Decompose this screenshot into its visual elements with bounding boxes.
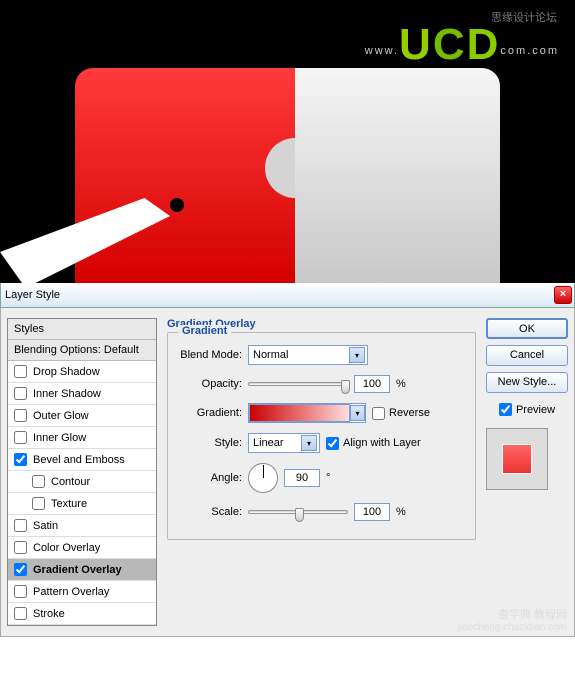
style-label: Bevel and Emboss <box>33 454 125 466</box>
dialog-title: Layer Style <box>5 289 554 301</box>
style-row-color-overlay[interactable]: Color Overlay <box>8 537 156 559</box>
scale-label: Scale: <box>178 506 242 518</box>
blend-mode-label: Blend Mode: <box>178 349 242 361</box>
chevron-down-icon: ▾ <box>350 405 365 421</box>
style-label: Outer Glow <box>33 410 89 422</box>
blending-options-row[interactable]: Blending Options: Default <box>8 340 156 361</box>
style-label: Gradient Overlay <box>33 564 122 576</box>
angle-input[interactable] <box>284 469 320 487</box>
gradient-label: Gradient: <box>178 407 242 419</box>
scale-slider[interactable] <box>248 510 348 514</box>
style-label: Satin <box>33 520 58 532</box>
dialog-body: Styles Blending Options: Default Drop Sh… <box>0 308 575 637</box>
blend-mode-select[interactable]: Normal ▾ <box>248 345 368 365</box>
style-label: Drop Shadow <box>33 366 100 378</box>
style-checkbox[interactable] <box>32 497 45 510</box>
style-checkbox[interactable] <box>14 387 27 400</box>
style-row-texture[interactable]: Texture <box>8 493 156 515</box>
style-row-inner-glow[interactable]: Inner Glow <box>8 427 156 449</box>
align-checkbox[interactable]: Align with Layer <box>326 437 421 450</box>
scale-input[interactable] <box>354 503 390 521</box>
style-checkbox[interactable] <box>14 365 27 378</box>
style-row-inner-shadow[interactable]: Inner Shadow <box>8 383 156 405</box>
ok-button[interactable]: OK <box>486 318 568 339</box>
preview-checkbox[interactable]: Preview <box>486 403 568 416</box>
gradient-preview-swatch <box>249 404 350 422</box>
styles-panel: Styles Blending Options: Default Drop Sh… <box>7 318 157 626</box>
style-label: Inner Shadow <box>33 388 101 400</box>
style-checkbox[interactable] <box>14 431 27 444</box>
banner-logo: www.UCDcom.com <box>365 20 559 70</box>
style-checkbox[interactable] <box>14 453 27 466</box>
style-checkbox[interactable] <box>32 475 45 488</box>
right-button-panel: OK Cancel New Style... Preview <box>486 318 568 626</box>
tutorial-banner: 思缘设计论坛 www.UCDcom.com <box>0 0 575 283</box>
style-row-satin[interactable]: Satin <box>8 515 156 537</box>
style-select[interactable]: Linear ▾ <box>248 433 320 453</box>
style-label: Texture <box>51 498 87 510</box>
new-style-button[interactable]: New Style... <box>486 372 568 393</box>
chevron-down-icon: ▾ <box>349 347 365 363</box>
styles-header[interactable]: Styles <box>8 319 156 340</box>
opacity-label: Opacity: <box>178 378 242 390</box>
style-checkbox[interactable] <box>14 541 27 554</box>
style-row-drop-shadow[interactable]: Drop Shadow <box>8 361 156 383</box>
style-row-contour[interactable]: Contour <box>8 471 156 493</box>
chevron-down-icon: ▾ <box>301 435 317 451</box>
angle-dial[interactable] <box>248 463 278 493</box>
opacity-input[interactable] <box>354 375 390 393</box>
close-button[interactable]: × <box>554 286 572 304</box>
style-label: Color Overlay <box>33 542 100 554</box>
style-checkbox[interactable] <box>14 409 27 422</box>
gradient-picker[interactable]: ▾ <box>248 403 366 423</box>
style-label: Stroke <box>33 608 65 620</box>
style-row-bevel-and-emboss[interactable]: Bevel and Emboss <box>8 449 156 471</box>
dialog-titlebar: Layer Style × <box>0 283 575 308</box>
style-label: Pattern Overlay <box>33 586 109 598</box>
cancel-button[interactable]: Cancel <box>486 345 568 366</box>
style-label: Inner Glow <box>33 432 86 444</box>
opacity-slider[interactable] <box>248 382 348 386</box>
style-checkbox[interactable] <box>14 519 27 532</box>
style-label: Contour <box>51 476 90 488</box>
reverse-checkbox[interactable]: Reverse <box>372 407 430 420</box>
style-row-gradient-overlay[interactable]: Gradient Overlay <box>8 559 156 581</box>
style-checkbox[interactable] <box>14 607 27 620</box>
angle-label: Angle: <box>178 472 242 484</box>
group-label: Gradient <box>178 325 231 337</box>
style-row-outer-glow[interactable]: Outer Glow <box>8 405 156 427</box>
preview-swatch <box>486 428 548 490</box>
style-checkbox[interactable] <box>14 563 27 576</box>
style-row-pattern-overlay[interactable]: Pattern Overlay <box>8 581 156 603</box>
style-checkbox[interactable] <box>14 585 27 598</box>
gradient-overlay-panel: Gradient Overlay Gradient Blend Mode: No… <box>163 318 480 626</box>
style-label: Style: <box>178 437 242 449</box>
style-row-stroke[interactable]: Stroke <box>8 603 156 625</box>
puzzle-illustration <box>0 68 575 283</box>
